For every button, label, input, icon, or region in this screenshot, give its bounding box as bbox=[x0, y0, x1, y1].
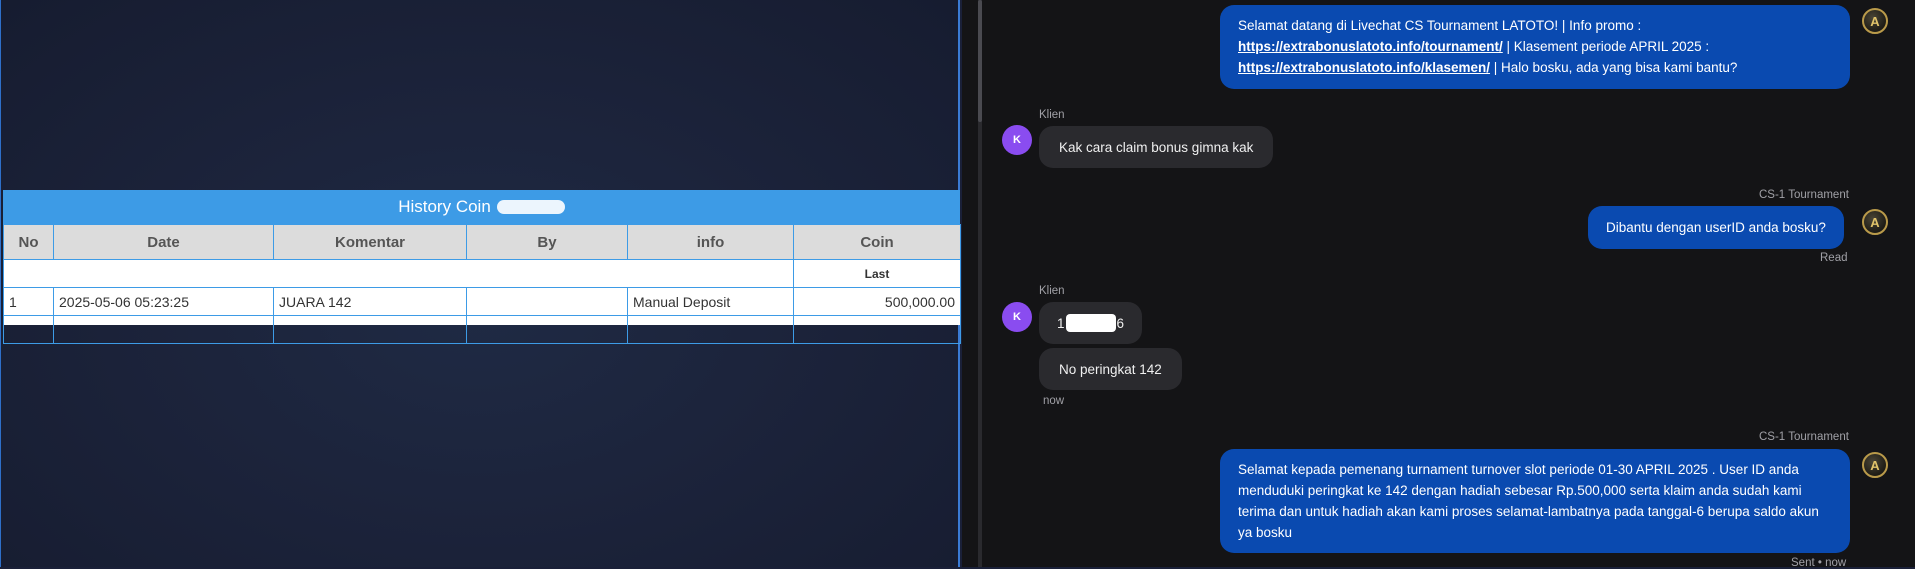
agent-name-label: CS-1 Tournament bbox=[1759, 189, 1849, 201]
read-status: Read bbox=[1820, 252, 1848, 264]
history-table: No Date Komentar By info Coin Last 1 202… bbox=[3, 224, 961, 344]
cell-info: Manual Deposit bbox=[627, 287, 794, 316]
client-avatar: K bbox=[1002, 302, 1032, 332]
col-komentar: Komentar bbox=[273, 224, 467, 260]
client-label: Klien bbox=[1039, 285, 1065, 297]
agent-avatar: A bbox=[1862, 8, 1888, 34]
redacted-username bbox=[496, 200, 565, 214]
agent-avatar-letter: A bbox=[1870, 214, 1880, 230]
col-no: No bbox=[3, 224, 54, 260]
table-row-partial bbox=[3, 315, 961, 344]
agent-message-text: Dibantu dengan userID anda bosku? bbox=[1606, 220, 1826, 235]
client-avatar: K bbox=[1002, 125, 1032, 155]
welcome-text-2: | Klasement periode APRIL 2025 : bbox=[1502, 39, 1710, 54]
history-title-text: History Coin bbox=[398, 197, 491, 216]
chat-panel: Selamat datang di Livechat CS Tournament… bbox=[962, 0, 1915, 569]
message-time: now bbox=[1043, 395, 1065, 407]
sent-status: Sent • now bbox=[1791, 557, 1847, 569]
client-rank-text: No peringkat 142 bbox=[1059, 361, 1162, 377]
col-date: Date bbox=[53, 224, 274, 260]
welcome-text-3: | Halo bosku, ada yang bisa kami bantu? bbox=[1490, 60, 1738, 75]
col-coin: Coin bbox=[793, 224, 961, 260]
client-message-claim: Kak cara claim bonus gimna kak bbox=[1039, 126, 1274, 168]
klasemen-link[interactable]: https://extrabonuslatoto.info/klasemen/ bbox=[1238, 60, 1490, 75]
cell-date: 2025-05-06 05:23:25 bbox=[53, 287, 274, 316]
cell-no: 1 bbox=[3, 287, 54, 316]
last-label: Last bbox=[793, 259, 961, 288]
agent-message-welcome: Selamat datang di Livechat CS Tournament… bbox=[1220, 5, 1850, 89]
client-message-text: Kak cara claim bonus gimna kak bbox=[1059, 139, 1254, 155]
agent-avatar: A bbox=[1862, 209, 1888, 235]
agent-avatar-letter: A bbox=[1870, 13, 1880, 29]
client-label: Klien bbox=[1039, 109, 1065, 121]
winner-message-text: Selamat kepada pemenang turnament turnov… bbox=[1238, 462, 1819, 540]
cell-by bbox=[466, 287, 628, 316]
agent-name-label: CS-1 Tournament bbox=[1759, 431, 1849, 443]
userid-suffix: 6 bbox=[1116, 315, 1125, 331]
agent-message-userid: Dibantu dengan userID anda bosku? bbox=[1588, 206, 1844, 249]
agent-avatar: A bbox=[1862, 452, 1888, 478]
left-panel: History Coin No Date Komentar By info Co… bbox=[0, 0, 961, 567]
table-row: 1 2025-05-06 05:23:25 JUARA 142 Manual D… bbox=[3, 287, 961, 316]
history-coin-table: History Coin No Date Komentar By info Co… bbox=[3, 190, 961, 344]
col-by: By bbox=[466, 224, 628, 260]
userid-prefix: 1 bbox=[1057, 315, 1065, 331]
last-row: Last bbox=[3, 259, 961, 288]
client-message-userid: 16 bbox=[1039, 302, 1143, 344]
client-message-rank: No peringkat 142 bbox=[1039, 348, 1182, 390]
agent-avatar-letter: A bbox=[1870, 457, 1880, 473]
cell-coin: 500,000.00 bbox=[793, 287, 961, 316]
redacted-userid bbox=[1065, 314, 1116, 332]
history-title: History Coin bbox=[3, 190, 960, 224]
tournament-link[interactable]: https://extrabonuslatoto.info/tournament… bbox=[1238, 39, 1503, 54]
col-info: info bbox=[627, 224, 794, 260]
cell-komentar: JUARA 142 bbox=[273, 287, 467, 316]
scrollbar-thumb[interactable] bbox=[978, 0, 982, 122]
agent-message-winner: Selamat kepada pemenang turnament turnov… bbox=[1220, 449, 1850, 553]
welcome-text-1: Selamat datang di Livechat CS Tournament… bbox=[1238, 18, 1642, 33]
